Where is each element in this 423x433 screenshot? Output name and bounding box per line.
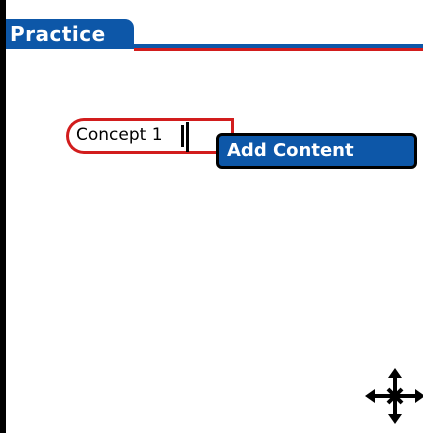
concept-node-label[interactable]: Concept 1: [76, 120, 180, 150]
screen-left-border: [0, 0, 6, 433]
context-menu-item-add-content[interactable]: Add Content: [216, 133, 417, 169]
context-menu-item-label: Add Content: [227, 140, 354, 161]
text-cursor: [181, 125, 184, 147]
title-accent-line: [134, 48, 423, 51]
concept-node-top-edge: [188, 118, 234, 121]
move-icon[interactable]: [365, 366, 423, 426]
concept-node-inner-edge: [186, 122, 189, 152]
